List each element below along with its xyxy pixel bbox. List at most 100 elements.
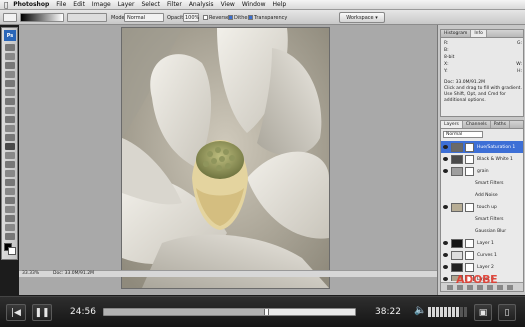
opacity-value: 100% — [185, 15, 200, 21]
magic-wand-tool-icon[interactable] — [5, 71, 15, 78]
layer-mask-thumbnail — [465, 155, 474, 164]
info-panel: Histogram Info R: G: B: 8-bit X: W: Y: H: D… — [440, 29, 524, 117]
apple-icon[interactable]:  — [4, 1, 8, 9]
tool-preset-picker[interactable] — [3, 13, 17, 22]
hand-tool-icon[interactable] — [5, 224, 15, 231]
progress-handle[interactable] — [264, 309, 270, 315]
layer-mask-thumbnail — [465, 143, 474, 152]
menu-layer[interactable]: Layer — [118, 1, 135, 8]
mode-value: Normal — [127, 15, 146, 21]
layer-name: Layer 1 — [477, 241, 494, 246]
menu-file[interactable]: File — [56, 1, 66, 8]
transparency-label: Transparency — [254, 15, 288, 21]
info-label: R: — [444, 41, 449, 46]
menu-select[interactable]: Select — [141, 1, 160, 8]
volume-slider[interactable] — [428, 307, 468, 317]
eye-icon[interactable] — [443, 277, 448, 281]
crop-tool-icon[interactable] — [5, 80, 15, 87]
move-tool-icon[interactable] — [5, 44, 15, 51]
captions-button[interactable]: ▯ — [498, 304, 516, 321]
pause-button[interactable]: ❚❚ — [32, 304, 52, 321]
gradient-type-buttons[interactable] — [67, 13, 107, 22]
layer-thumbnail — [451, 239, 463, 248]
eye-icon[interactable] — [443, 241, 448, 245]
menu-window[interactable]: Window — [242, 1, 266, 8]
brush-tool-icon[interactable] — [5, 107, 15, 114]
dodge-tool-icon[interactable] — [5, 161, 15, 168]
document-canvas[interactable] — [122, 28, 329, 288]
canvas-area — [19, 25, 437, 295]
tab-info[interactable]: Info — [471, 30, 487, 37]
link-layers-icon[interactable] — [447, 285, 453, 290]
pen-tool-icon[interactable] — [5, 170, 15, 177]
eraser-tool-icon[interactable] — [5, 134, 15, 141]
menu-edit[interactable]: Edit — [73, 1, 85, 8]
eye-icon[interactable] — [443, 157, 448, 161]
tab-channels[interactable]: Channels — [463, 121, 491, 128]
gradient-tool-icon[interactable] — [5, 143, 15, 150]
transparency-checkbox[interactable] — [248, 15, 253, 20]
layer-name: Add Noise — [475, 193, 498, 198]
volume-bar — [460, 307, 463, 317]
toolbox: Ps — [1, 27, 18, 260]
menu-help[interactable]: Help — [272, 1, 286, 8]
lasso-tool-icon[interactable] — [5, 62, 15, 69]
workspace-button[interactable]: Workspace ▾ — [339, 12, 385, 23]
menu-photoshop[interactable]: Photoshop — [13, 1, 49, 8]
options-bar: Mode: Normal Opacity: 100% Reverse Dithe… — [0, 10, 525, 25]
marquee-tool-icon[interactable] — [5, 53, 15, 60]
layer-name: touch up — [477, 205, 497, 210]
layer-name: Smart Filters — [475, 181, 504, 186]
menu-analysis[interactable]: Analysis — [189, 1, 214, 8]
blur-tool-icon[interactable] — [5, 152, 15, 159]
eye-icon[interactable] — [443, 265, 448, 269]
blend-mode-value: Normal — [446, 132, 463, 137]
panel-dock: Histogram Info R: G: B: 8-bit X: W: Y: H: D… — [437, 25, 525, 295]
info-panel-tabs: Histogram Info — [441, 30, 523, 38]
volume-bar — [432, 307, 435, 317]
type-tool-icon[interactable] — [5, 179, 15, 186]
adobe-watermark: ADOBE — [456, 273, 498, 286]
layer-mask-thumbnail — [465, 239, 474, 248]
fullscreen-button[interactable]: ▣ — [474, 304, 492, 321]
path-selection-tool-icon[interactable] — [5, 188, 15, 195]
eye-icon[interactable] — [443, 253, 448, 257]
workspace-label: Workspace ▾ — [346, 14, 378, 21]
healing-brush-tool-icon[interactable] — [5, 98, 15, 105]
dither-checkbox[interactable] — [228, 15, 233, 20]
shape-tool-icon[interactable] — [5, 197, 15, 204]
layer-name: Gaussian Blur — [475, 229, 507, 234]
speaker-icon[interactable]: 🔈 — [414, 305, 426, 316]
background-color-swatch[interactable] — [8, 247, 16, 255]
opacity-field[interactable]: 100% — [183, 13, 199, 22]
mode-select[interactable]: Normal — [124, 13, 164, 22]
menu-filter[interactable]: Filter — [167, 1, 182, 8]
layer-thumbnail — [451, 167, 463, 176]
tab-layers[interactable]: Layers — [441, 121, 463, 128]
info-readout: R: G: B: 8-bit X: W: Y: H: — [444, 40, 522, 75]
zoom-tool-icon[interactable] — [5, 233, 15, 240]
menu-image[interactable]: Image — [92, 1, 111, 8]
zoom-level[interactable]: 33.33% — [22, 271, 39, 276]
history-brush-tool-icon[interactable] — [5, 125, 15, 132]
clone-stamp-tool-icon[interactable] — [5, 116, 15, 123]
slice-tool-icon[interactable] — [5, 89, 15, 96]
gradient-picker[interactable] — [20, 13, 64, 22]
progress-fill — [104, 309, 268, 315]
reverse-checkbox[interactable] — [203, 15, 208, 20]
volume-bar — [428, 307, 431, 317]
menu-view[interactable]: View — [221, 1, 235, 8]
info-label: W: — [516, 62, 522, 67]
layer-mask-thumbnail — [465, 167, 474, 176]
notes-tool-icon[interactable] — [5, 206, 15, 213]
eye-icon[interactable] — [443, 145, 448, 149]
eyedropper-tool-icon[interactable] — [5, 215, 15, 222]
volume-bar — [452, 307, 455, 317]
eye-icon[interactable] — [443, 205, 448, 209]
blend-mode-select[interactable]: Normal — [443, 131, 483, 138]
tab-histogram[interactable]: Histogram — [441, 30, 472, 37]
progress-bar[interactable] — [103, 308, 356, 316]
tab-paths[interactable]: Paths — [491, 121, 510, 128]
skip-back-button[interactable]: |◀ — [6, 304, 26, 321]
eye-icon[interactable] — [443, 169, 448, 173]
